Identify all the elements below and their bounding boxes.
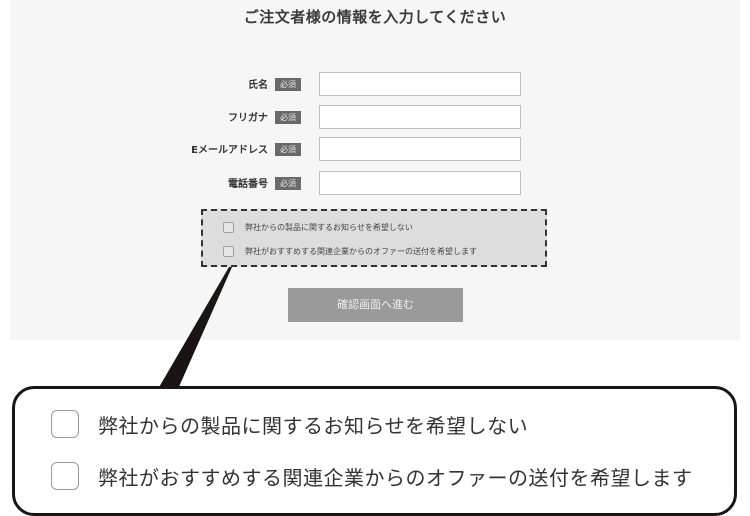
callout-pointer-shape bbox=[158, 267, 232, 389]
callout-option-label: 弊社からの製品に関するお知らせを希望しない bbox=[98, 413, 529, 438]
callout-option-partner-offers[interactable]: 弊社がおすすめする関連企業からのオファーの送付を希望します bbox=[51, 461, 693, 491]
callout-option-label: 弊社がおすすめする関連企業からのオファーの送付を希望します bbox=[98, 465, 693, 490]
callout-bubble: 弊社からの製品に関するお知らせを希望しない 弊社がおすすめする関連企業からのオフ… bbox=[12, 386, 737, 516]
checkbox[interactable] bbox=[51, 410, 79, 438]
callout-option-no-product-news[interactable]: 弊社からの製品に関するお知らせを希望しない bbox=[51, 409, 528, 439]
checkbox[interactable] bbox=[51, 462, 79, 490]
